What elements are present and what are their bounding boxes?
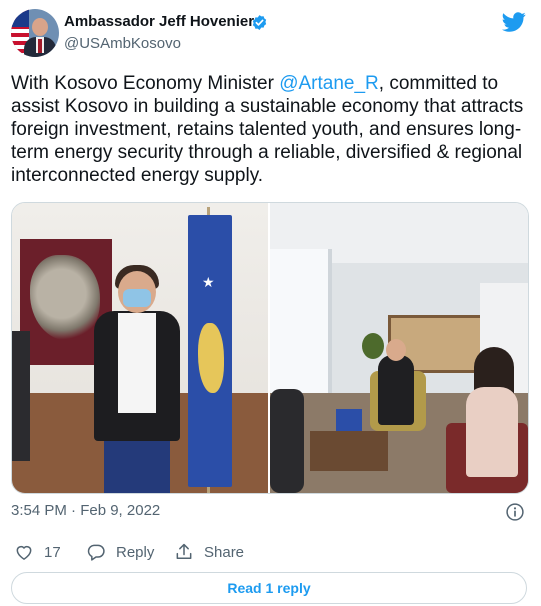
heart-icon (16, 545, 32, 560)
author-avatar[interactable] (11, 9, 59, 57)
tweet-text: With Kosovo Economy Minister @Artane_R, … (11, 72, 533, 187)
flag-star-icon: ★ (202, 274, 215, 290)
share-button[interactable]: Share (174, 541, 244, 563)
twitter-bird-icon[interactable] (502, 10, 526, 34)
read-replies-button[interactable]: Read 1 reply (11, 572, 527, 604)
tweet-text-start: With Kosovo Economy Minister (11, 73, 280, 94)
author-handle[interactable]: @USAmbKosovo (64, 35, 181, 52)
like-count: 17 (44, 543, 61, 561)
reply-button[interactable]: Reply (86, 541, 154, 563)
share-upload-icon (176, 543, 192, 559)
photo-meeting-room[interactable] (270, 203, 528, 493)
photo-minister-standing[interactable]: ★ (12, 203, 268, 493)
media-grid: ★ (11, 202, 529, 494)
like-button[interactable]: 17 (14, 541, 61, 563)
verified-badge-icon (252, 15, 267, 30)
reply-bubble-icon (87, 544, 105, 561)
tweet-timestamp[interactable]: 3:54 PM · Feb 9, 2022 (11, 502, 160, 519)
author-name[interactable]: Ambassador Jeff Hovenier (64, 13, 254, 30)
share-label: Share (204, 543, 245, 561)
tweet-card: Ambassador Jeff Hovenier @USAmbKosovo Wi… (0, 0, 541, 606)
reply-label: Reply (116, 543, 155, 561)
info-icon[interactable] (505, 502, 525, 522)
mention-link[interactable]: @Artane_R (279, 73, 379, 94)
